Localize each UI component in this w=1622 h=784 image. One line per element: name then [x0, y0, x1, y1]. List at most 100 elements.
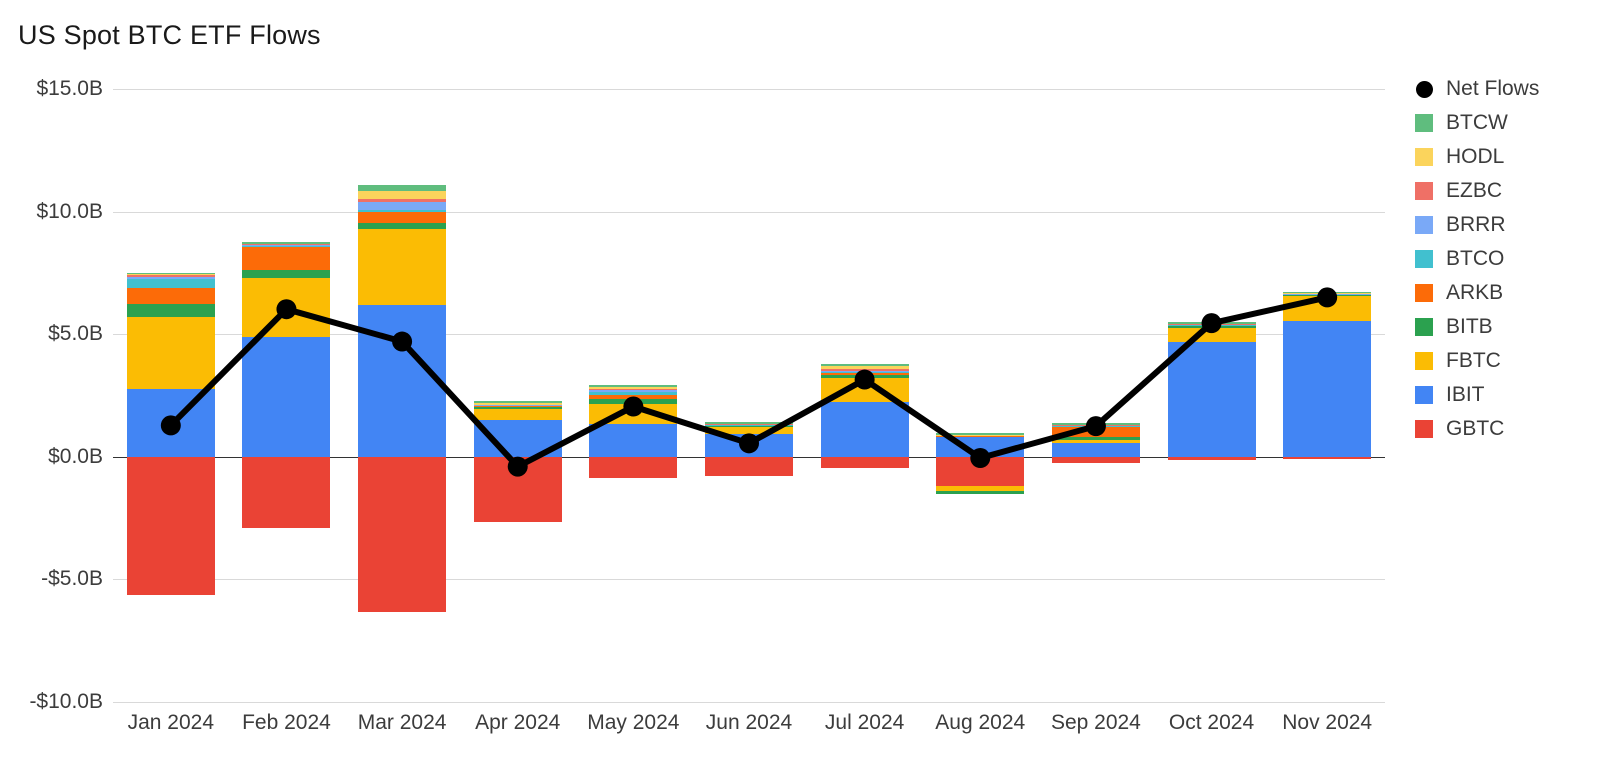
bar-group[interactable]: [1283, 89, 1372, 702]
bar-segment-bitb[interactable]: [820, 375, 909, 379]
bar-segment-ezbc[interactable]: [358, 199, 447, 202]
legend-item-ibit[interactable]: IBIT: [1415, 378, 1615, 412]
color-swatch-icon: [1415, 420, 1433, 438]
bar-segment-btcw[interactable]: [242, 242, 331, 244]
bar-segment-bitb[interactable]: [936, 491, 1025, 495]
bar-segment-gbtc[interactable]: [126, 456, 215, 596]
bar-segment-gbtc[interactable]: [1051, 456, 1140, 463]
bar-segment-btco[interactable]: [589, 392, 678, 395]
bar-segment-ibit[interactable]: [242, 336, 331, 457]
y-axis-tick: -$5.0B: [41, 567, 103, 591]
bar-segment-fbtc[interactable]: [242, 277, 331, 337]
bar-segment-ezbc[interactable]: [820, 369, 909, 371]
bar-segment-ibit[interactable]: [1051, 443, 1140, 457]
bar-segment-gbtc[interactable]: [358, 456, 447, 613]
bar-segment-gbtc[interactable]: [705, 456, 793, 477]
bar-segment-btcw[interactable]: [358, 184, 447, 191]
bar-segment-btcw[interactable]: [705, 422, 793, 424]
bar-segment-ibit[interactable]: [705, 433, 793, 457]
bar-segment-bitb[interactable]: [358, 222, 447, 229]
bar-segment-arkb[interactable]: [242, 245, 331, 271]
bar-segment-hodl[interactable]: [473, 403, 562, 405]
legend-label: BITB: [1446, 315, 1493, 338]
bar-segment-bitb[interactable]: [126, 303, 215, 318]
bar-segment-ibit[interactable]: [473, 420, 562, 457]
legend-item-brrr[interactable]: BRRR: [1415, 208, 1615, 242]
bar-segment-hodl[interactable]: [358, 190, 447, 200]
legend-item-net-flows[interactable]: Net Flows: [1415, 72, 1615, 106]
bar-segment-ibit[interactable]: [820, 401, 909, 457]
bar-segment-fbtc[interactable]: [126, 317, 215, 390]
bar-segment-hodl[interactable]: [589, 387, 678, 389]
bar-segment-fbtc[interactable]: [1167, 328, 1256, 342]
bar-segment-fbtc[interactable]: [705, 427, 793, 434]
bar-segment-gbtc[interactable]: [1167, 456, 1256, 460]
bar-segment-btcw[interactable]: [1283, 291, 1372, 294]
legend-item-ezbc[interactable]: EZBC: [1415, 174, 1615, 208]
bar-group[interactable]: [705, 89, 793, 702]
bar-segment-fbtc[interactable]: [1283, 296, 1372, 321]
bar-segment-fbtc[interactable]: [1051, 440, 1140, 444]
bar-segment-gbtc[interactable]: [242, 456, 331, 528]
bar-segment-gbtc[interactable]: [820, 456, 909, 468]
bar-group[interactable]: [242, 89, 331, 702]
bar-segment-arkb[interactable]: [1051, 426, 1140, 438]
bar-segment-ibit[interactable]: [936, 435, 1025, 457]
bar-segment-btco[interactable]: [358, 210, 447, 212]
bar-segment-btcw[interactable]: [1167, 322, 1256, 324]
bar-segment-bitb[interactable]: [1167, 326, 1256, 329]
bar-segment-btco[interactable]: [126, 279, 215, 288]
bar-group[interactable]: [1167, 89, 1256, 702]
bar-segment-fbtc[interactable]: [473, 408, 562, 421]
bar-segment-ibit[interactable]: [358, 304, 447, 457]
legend-item-gbtc[interactable]: GBTC: [1415, 412, 1615, 446]
bar-group[interactable]: [589, 89, 678, 702]
bar-segment-bitb[interactable]: [242, 270, 331, 278]
legend-item-arkb[interactable]: ARKB: [1415, 276, 1615, 310]
bar-segment-brrr[interactable]: [126, 276, 215, 279]
bar-group[interactable]: [820, 89, 909, 702]
bar-segment-gbtc[interactable]: [473, 456, 562, 522]
bar-segment-ibit[interactable]: [126, 389, 215, 457]
legend-item-fbtc[interactable]: FBTC: [1415, 344, 1615, 378]
bar-segment-btcw[interactable]: [589, 385, 678, 388]
bar-segment-brrr[interactable]: [358, 201, 447, 211]
legend-item-btco[interactable]: BTCO: [1415, 242, 1615, 276]
bar-segment-brrr[interactable]: [589, 390, 678, 393]
chart-title: US Spot BTC ETF Flows: [18, 20, 321, 50]
color-swatch-icon: [1415, 148, 1433, 166]
legend-label: GBTC: [1446, 417, 1505, 440]
legend-label: Net Flows: [1446, 77, 1540, 100]
bar-segment-fbtc[interactable]: [358, 228, 447, 305]
bar-group[interactable]: [358, 89, 447, 702]
bar-segment-gbtc[interactable]: [589, 456, 678, 478]
bar-segment-gbtc[interactable]: [1283, 456, 1372, 460]
bar-segment-bitb[interactable]: [589, 398, 678, 405]
bar-segment-bitb[interactable]: [473, 406, 562, 409]
legend-item-bitb[interactable]: BITB: [1415, 310, 1615, 344]
bar-segment-fbtc[interactable]: [820, 378, 909, 402]
bar-segment-gbtc[interactable]: [936, 456, 1025, 487]
x-axis-tick: Oct 2024: [1168, 711, 1255, 734]
bar-segment-btcw[interactable]: [820, 364, 909, 366]
legend-item-hodl[interactable]: HODL: [1415, 140, 1615, 174]
bar-segment-ezbc[interactable]: [126, 275, 215, 277]
bar-group[interactable]: [473, 89, 562, 702]
bar-segment-ibit[interactable]: [1283, 320, 1372, 457]
bar-segment-btcw[interactable]: [126, 272, 215, 275]
bar-group[interactable]: [126, 89, 215, 702]
bar-segment-btcw[interactable]: [1051, 423, 1140, 425]
bar-group[interactable]: [1051, 89, 1140, 702]
bar-segment-arkb[interactable]: [589, 394, 678, 399]
bar-segment-ibit[interactable]: [589, 423, 678, 457]
bar-segment-ezbc[interactable]: [589, 388, 678, 391]
bar-group[interactable]: [936, 89, 1025, 702]
bar-segment-arkb[interactable]: [126, 287, 215, 304]
bar-segment-btcw[interactable]: [473, 400, 562, 404]
bar-segment-btcw[interactable]: [936, 433, 1025, 435]
bar-segment-ibit[interactable]: [1167, 341, 1256, 457]
bar-segment-fbtc[interactable]: [589, 404, 678, 424]
legend-item-btcw[interactable]: BTCW: [1415, 106, 1615, 140]
bar-segment-bitb[interactable]: [1051, 437, 1140, 441]
bar-segment-arkb[interactable]: [358, 211, 447, 223]
